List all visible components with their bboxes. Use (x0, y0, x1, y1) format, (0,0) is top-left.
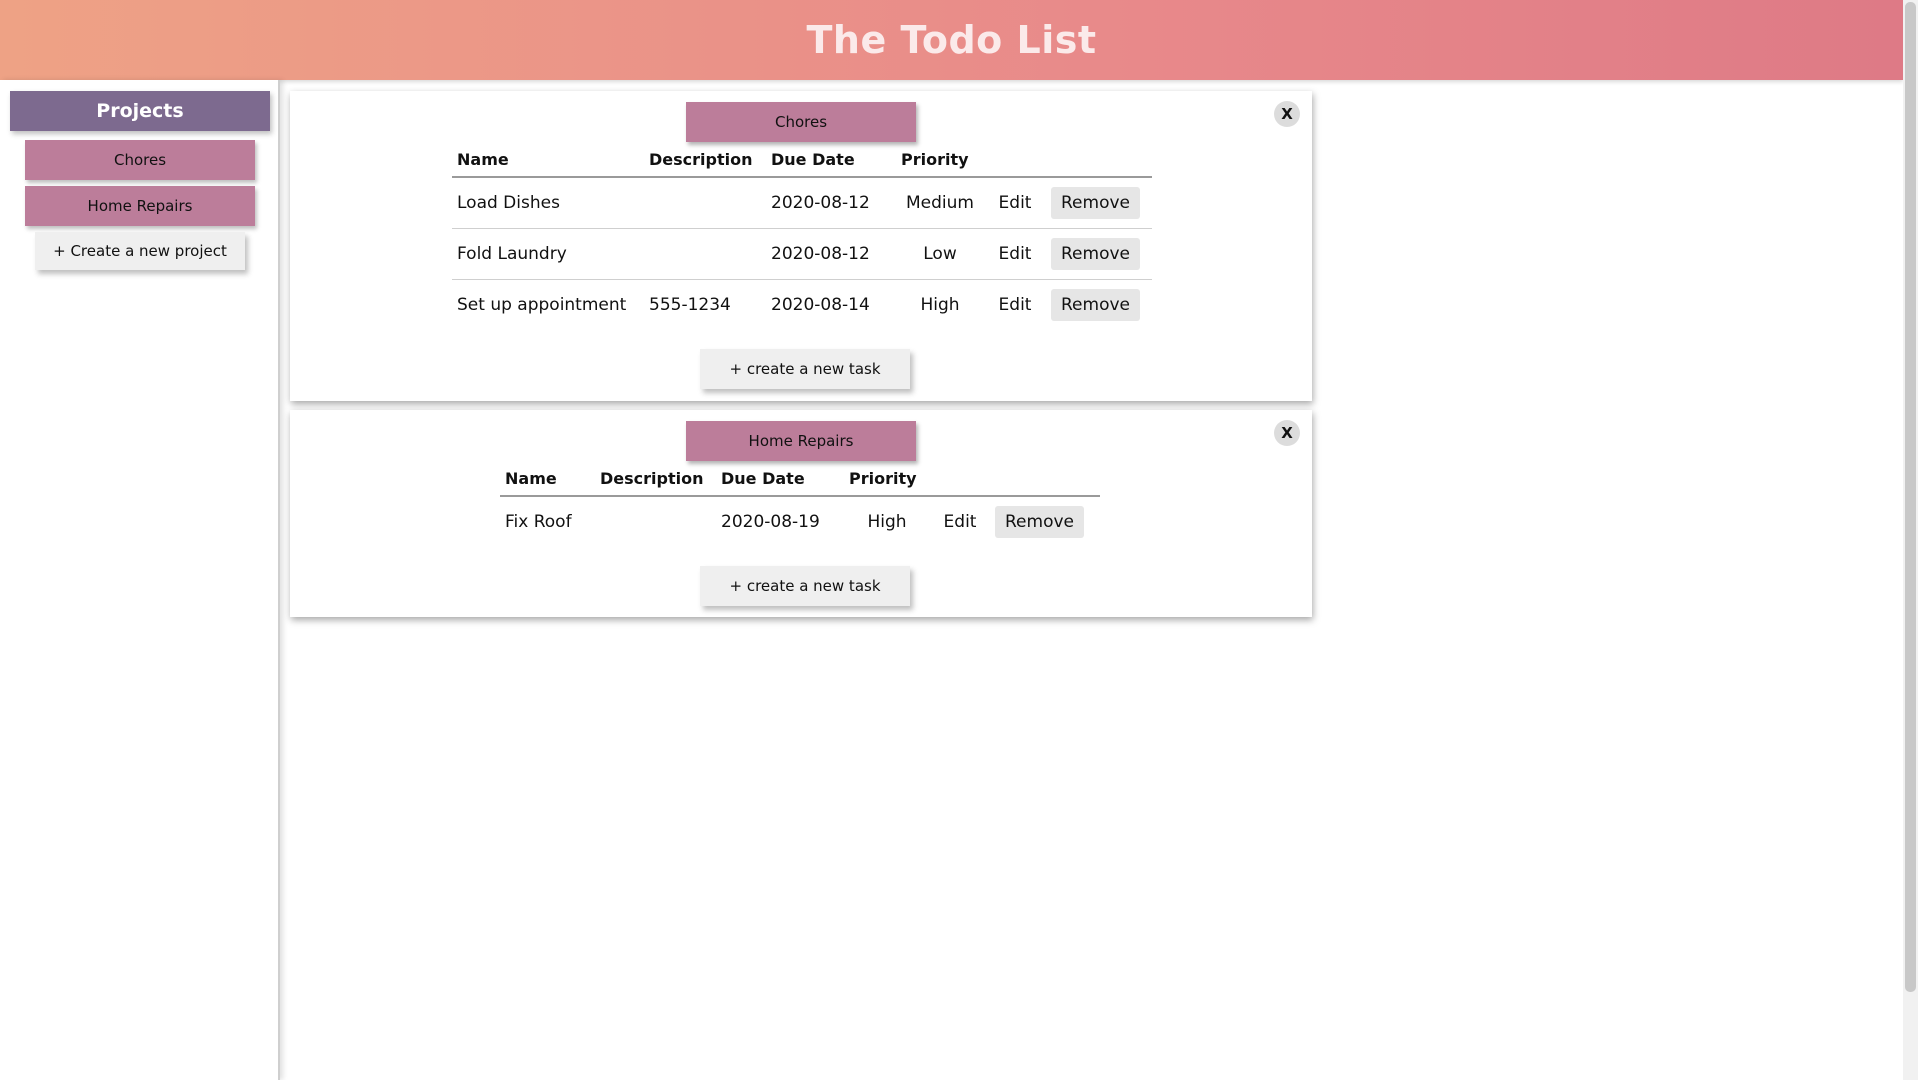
remove-task-button[interactable]: Remove (1051, 237, 1140, 270)
create-project-button[interactable]: + Create a new project (35, 232, 245, 270)
task-priority: Low (896, 228, 984, 280)
column-header-due-date: Due Date (716, 462, 844, 497)
task-table: Name Description Due Date Priority Load … (452, 143, 1152, 330)
column-header-description: Description (595, 462, 716, 497)
task-priority: Medium (896, 177, 984, 229)
task-due-date: 2020-08-19 (721, 512, 820, 532)
card-title: Home Repairs (686, 421, 916, 461)
project-card-home-repairs: Home Repairs X Name Description Due Date… (290, 410, 1312, 617)
column-header-priority: Priority (844, 462, 930, 497)
edit-task-button[interactable]: Edit (984, 228, 1046, 280)
edit-task-button[interactable]: Edit (984, 177, 1046, 229)
remove-cell: Remove (1046, 177, 1152, 229)
column-header-description: Description (644, 143, 766, 178)
projects-heading: Projects (10, 91, 270, 131)
task-description (644, 228, 766, 280)
sidebar-project-chores[interactable]: Chores (25, 140, 255, 180)
table-row: Load Dishes 2020-08-12 Medium Edit Remov… (452, 177, 1152, 229)
create-task-button[interactable]: + create a new task (700, 349, 910, 389)
column-header-remove (990, 462, 1100, 497)
task-priority: High (920, 294, 960, 315)
sidebar: Projects Chores Home Repairs + Create a … (0, 80, 280, 1080)
column-header-edit (930, 462, 990, 497)
app-header: The Todo List (0, 0, 1903, 80)
close-card-button[interactable]: X (1274, 420, 1300, 446)
card-title: Chores (686, 102, 916, 142)
create-task-button[interactable]: + create a new task (700, 566, 910, 606)
task-description (644, 177, 766, 229)
task-table: Name Description Due Date Priority Fix R… (500, 462, 1100, 547)
remove-cell: Remove (990, 496, 1100, 547)
task-name: Fold Laundry (452, 228, 644, 280)
edit-task-button[interactable]: Edit (930, 496, 990, 547)
column-header-remove (1046, 143, 1152, 178)
task-due-date: 2020-08-12 (766, 228, 896, 280)
column-header-name: Name (452, 143, 644, 178)
column-header-priority: Priority (896, 143, 984, 178)
table-row: Fix Roof 2020-08-19 High Edit Remove (500, 496, 1100, 547)
remove-task-button[interactable]: Remove (1051, 186, 1140, 219)
task-description: 555-1234 (649, 294, 731, 315)
task-due-date: 2020-08-14 (771, 294, 870, 315)
task-priority: High (867, 512, 907, 532)
task-name: Load Dishes (452, 177, 644, 229)
task-table-header: Name Description Due Date Priority (500, 462, 1100, 497)
remove-cell: Remove (1046, 228, 1152, 280)
column-header-name: Name (500, 462, 595, 497)
remove-task-button[interactable]: Remove (1051, 288, 1140, 321)
column-header-edit (984, 143, 1046, 178)
remove-task-button[interactable]: Remove (995, 506, 1084, 538)
task-name: Set up appointment (457, 294, 627, 315)
column-header-due-date: Due Date (766, 143, 896, 178)
remove-cell: Remove (1046, 279, 1152, 330)
vertical-scrollbar[interactable] (1903, 0, 1918, 1080)
main-content: Chores X Name Description Due Date Prior… (285, 80, 1903, 1080)
close-card-button[interactable]: X (1274, 101, 1300, 127)
edit-task-button[interactable]: Edit (984, 279, 1046, 330)
table-row: Set up appointment 555-1234 2020-08-14 H… (452, 279, 1152, 330)
task-name: Fix Roof (505, 512, 572, 532)
sidebar-project-home-repairs[interactable]: Home Repairs (25, 186, 255, 226)
scrollbar-thumb[interactable] (1905, 2, 1916, 992)
task-description (595, 496, 716, 547)
task-due-date: 2020-08-12 (766, 177, 896, 229)
task-table-header: Name Description Due Date Priority (452, 143, 1152, 178)
project-card-chores: Chores X Name Description Due Date Prior… (290, 91, 1312, 401)
table-row: Fold Laundry 2020-08-12 Low Edit Remove (452, 228, 1152, 280)
app-title: The Todo List (806, 18, 1097, 62)
